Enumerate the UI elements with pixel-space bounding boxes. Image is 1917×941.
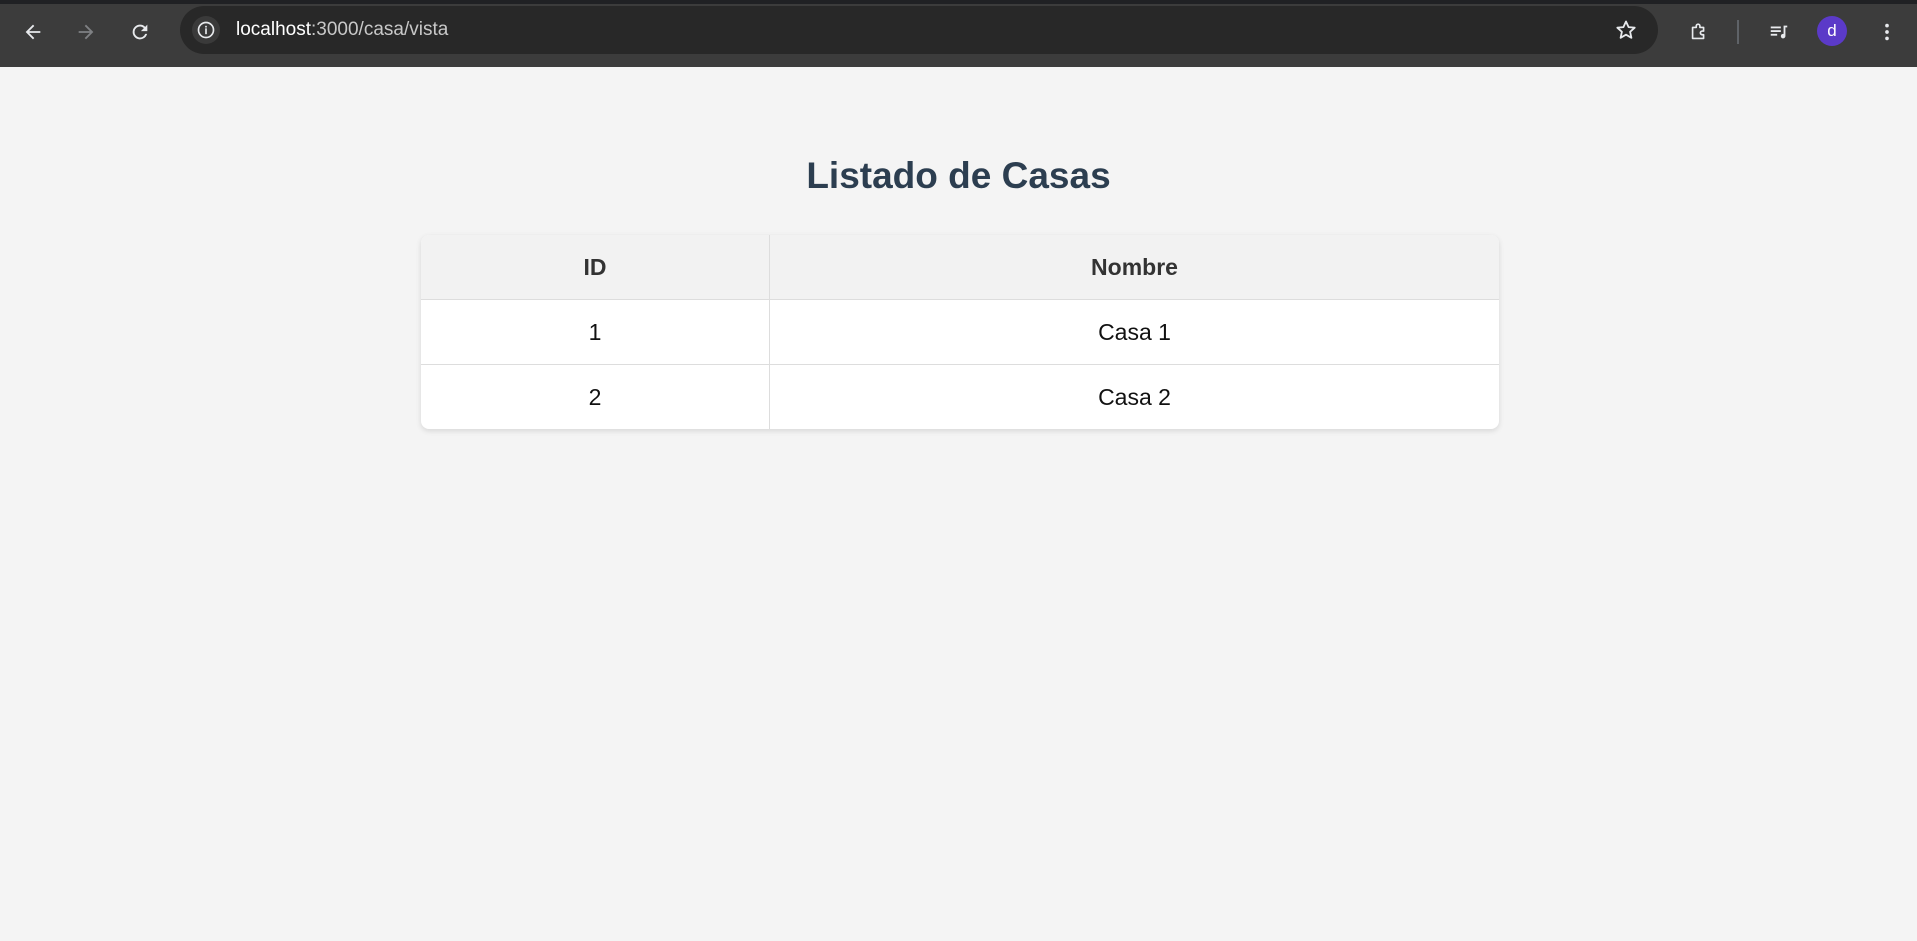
table-header-row: ID Nombre xyxy=(421,235,1499,300)
star-icon[interactable] xyxy=(1614,18,1638,42)
cell-nombre: Casa 2 xyxy=(1098,383,1171,410)
browser-toolbar: localhost:3000/casa/vista d xyxy=(0,0,1917,67)
tab-strip xyxy=(0,0,1917,4)
table-row: 2 Casa 2 xyxy=(421,364,1499,429)
extensions-icon xyxy=(1691,23,1705,40)
cell-nombre: Casa 1 xyxy=(769,299,1499,365)
url-text[interactable]: localhost:3000/casa/vista xyxy=(236,19,448,41)
site-info-button[interactable] xyxy=(192,16,220,44)
reload-icon xyxy=(132,24,148,40)
more-vert-icon xyxy=(1885,23,1889,41)
column-header-nombre: Nombre xyxy=(769,235,1499,300)
forward-arrow-icon xyxy=(78,24,94,40)
casas-table-container: ID Nombre 1 Casa 1 2 Casa 2 xyxy=(421,235,1499,429)
profile-avatar[interactable]: d xyxy=(1817,16,1847,46)
media-controls-icon xyxy=(1770,25,1788,39)
toolbar-separator xyxy=(1737,20,1739,44)
url-host: localhost xyxy=(236,19,311,40)
extensions-button[interactable] xyxy=(1681,14,1717,50)
column-header-id: ID xyxy=(421,235,770,300)
reload-button[interactable] xyxy=(122,14,158,50)
back-button[interactable] xyxy=(15,14,51,50)
back-arrow-icon xyxy=(25,24,41,40)
address-bar[interactable]: localhost:3000/casa/vista xyxy=(180,6,1658,54)
profile-initial: d xyxy=(1827,21,1837,40)
page-content: Listado de Casas ID Nombre 1 Casa 1 2 Ca… xyxy=(0,67,1917,941)
cell-id: 2 xyxy=(421,364,770,429)
forward-button[interactable] xyxy=(68,14,104,50)
url-path: :3000/casa/vista xyxy=(311,19,449,40)
table-row: 1 Casa 1 xyxy=(421,299,1499,365)
media-controls-button[interactable] xyxy=(1761,14,1797,50)
casas-table: ID Nombre 1 Casa 1 2 Casa 2 xyxy=(421,235,1499,429)
cell-id: 1 xyxy=(421,299,770,365)
page-title: Listado de Casas xyxy=(806,155,1111,196)
browser-menu-button[interactable] xyxy=(1869,14,1905,50)
info-icon xyxy=(197,21,215,39)
